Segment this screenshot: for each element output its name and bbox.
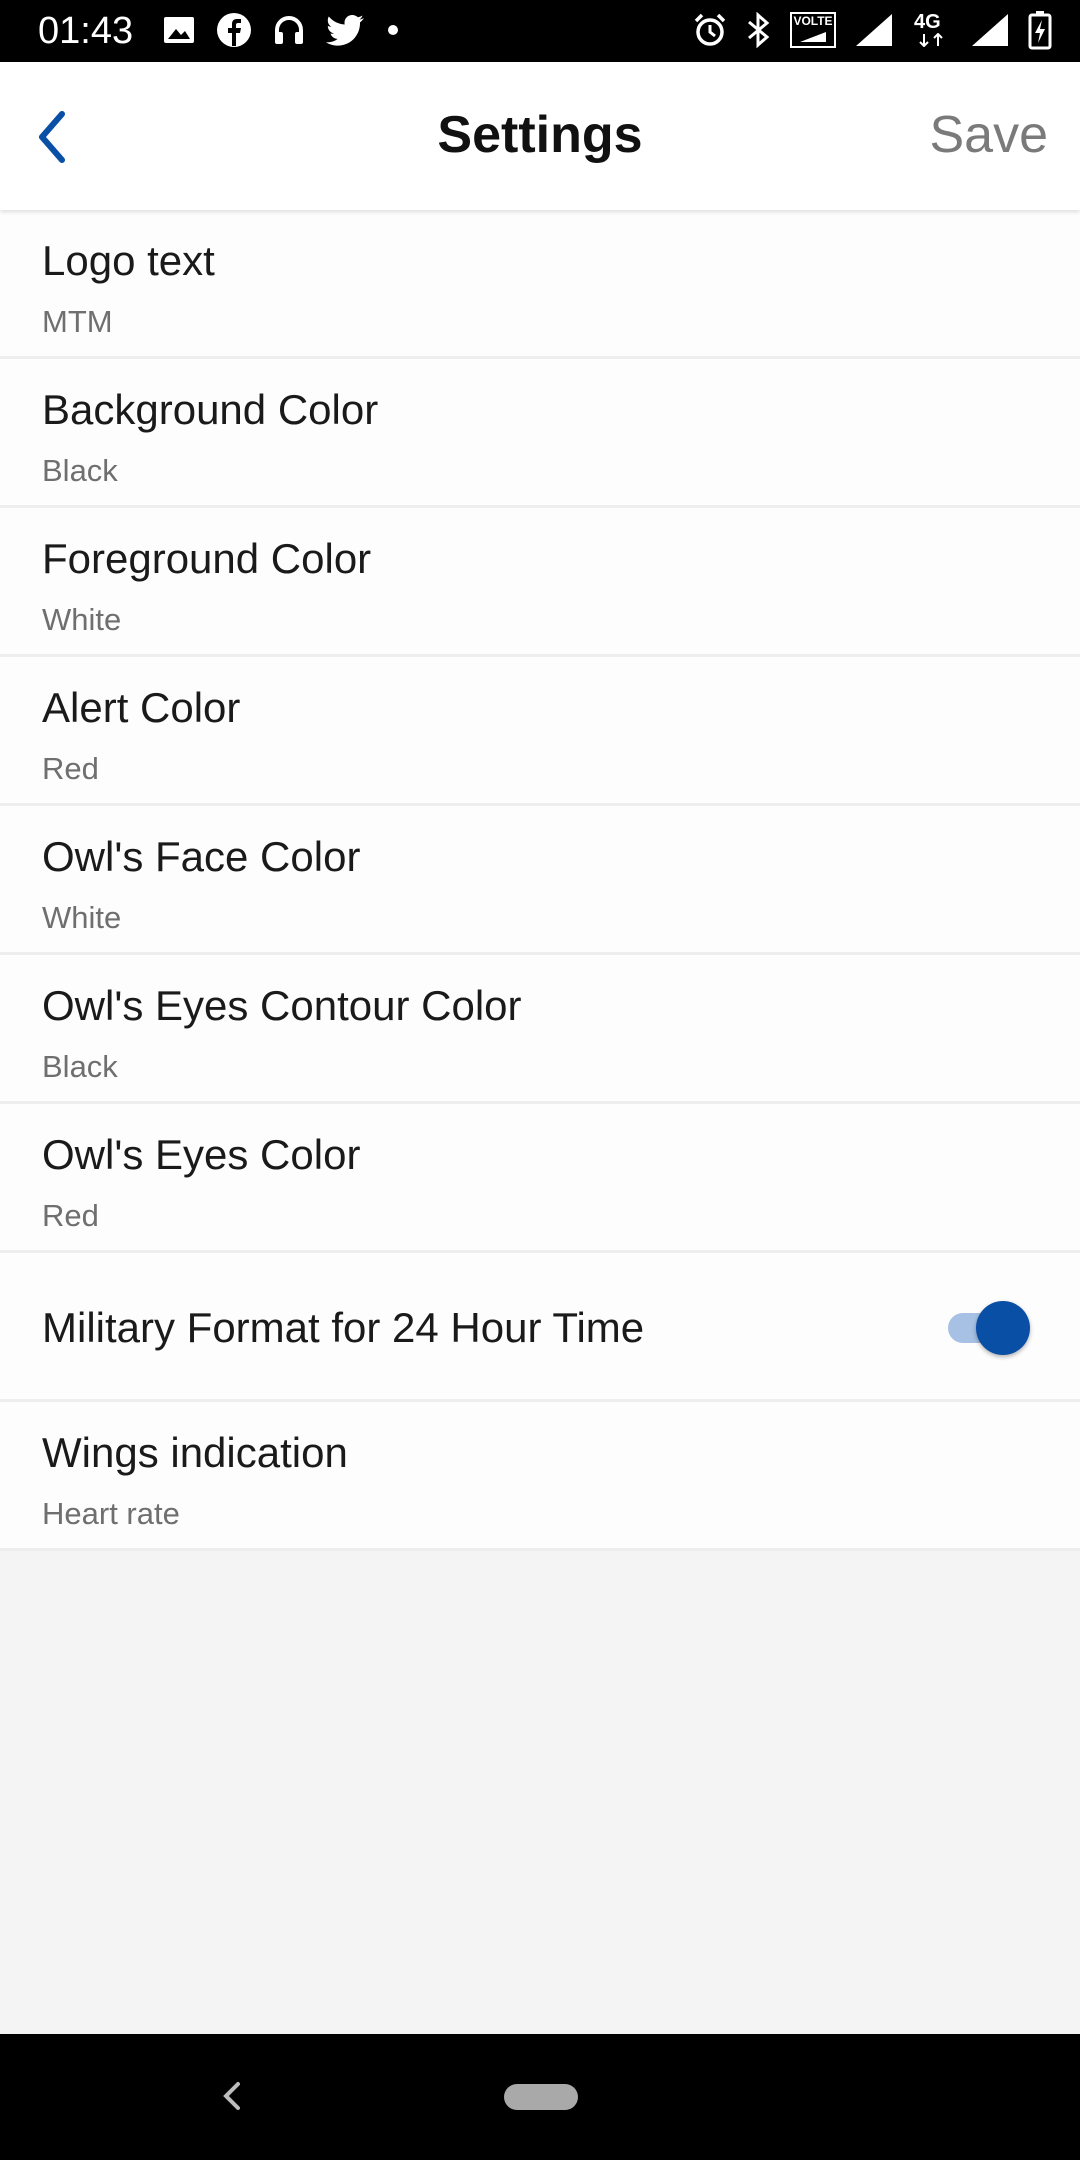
page-title: Settings (437, 106, 643, 164)
image-icon (164, 17, 194, 43)
battery-charging-icon (1028, 11, 1052, 50)
setting-owl-eyes-color[interactable]: Owl's Eyes Color Red (0, 1104, 1080, 1253)
setting-value: White (42, 602, 122, 637)
volte-icon: VOLTE (790, 12, 836, 48)
setting-wings-indication[interactable]: Wings indication Heart rate (0, 1402, 1080, 1551)
setting-label: Logo text (42, 237, 215, 284)
nav-back-icon (223, 2082, 240, 2110)
setting-label: Owl's Face Color (42, 833, 361, 880)
settings-list: Logo text MTM Background Color Black For… (0, 210, 1080, 1551)
setting-label: Owl's Eyes Color (42, 1131, 361, 1178)
setting-label: Military Format for 24 Hour Time (42, 1304, 645, 1351)
setting-value: MTM (42, 304, 113, 339)
twitter-icon (326, 15, 364, 46)
military-format-toggle[interactable] (946, 1300, 1030, 1355)
notification-icons (162, 12, 400, 48)
setting-value: White (42, 900, 122, 935)
setting-value: Red (42, 751, 99, 786)
setting-value: Red (42, 1198, 99, 1233)
nav-back-button[interactable] (214, 2076, 250, 2116)
navigation-bar (0, 2034, 1080, 2160)
headphones-icon (275, 16, 303, 44)
setting-label: Alert Color (42, 684, 241, 731)
nav-home-pill[interactable] (504, 2084, 578, 2110)
setting-value: Black (42, 453, 118, 488)
alarm-icon (694, 13, 726, 46)
volte-label: VOLTE (793, 14, 833, 28)
4g-icon: 4G (912, 11, 952, 49)
toggle-thumb (976, 1301, 1030, 1355)
setting-label: Wings indication (42, 1429, 348, 1476)
status-time: 01:43 (38, 10, 134, 52)
system-icons: VOLTE 4G (692, 10, 1052, 50)
app-bar: Settings Save (0, 62, 1080, 210)
facebook-icon (217, 13, 251, 47)
dot-icon (388, 25, 398, 35)
setting-foreground-color[interactable]: Foreground Color White (0, 508, 1080, 657)
save-button[interactable]: Save (929, 102, 1048, 168)
setting-military-format[interactable]: Military Format for 24 Hour Time (0, 1253, 1080, 1402)
signal-icon (972, 14, 1008, 46)
bluetooth-icon (748, 12, 770, 48)
setting-value: Heart rate (42, 1496, 180, 1531)
setting-background-color[interactable]: Background Color Black (0, 359, 1080, 508)
setting-label: Foreground Color (42, 535, 372, 582)
setting-label: Background Color (42, 386, 379, 433)
setting-alert-color[interactable]: Alert Color Red (0, 657, 1080, 806)
setting-owl-eyes-contour-color[interactable]: Owl's Eyes Contour Color Black (0, 955, 1080, 1104)
network-type-label: 4G (914, 11, 941, 33)
setting-owl-face-color[interactable]: Owl's Face Color White (0, 806, 1080, 955)
setting-logo-text[interactable]: Logo text MTM (0, 210, 1080, 359)
setting-value: Black (42, 1049, 118, 1084)
status-bar: 01:43 VOLTE 4G (0, 0, 1080, 62)
signal-icon (856, 14, 892, 46)
setting-label: Owl's Eyes Contour Color (42, 982, 522, 1029)
